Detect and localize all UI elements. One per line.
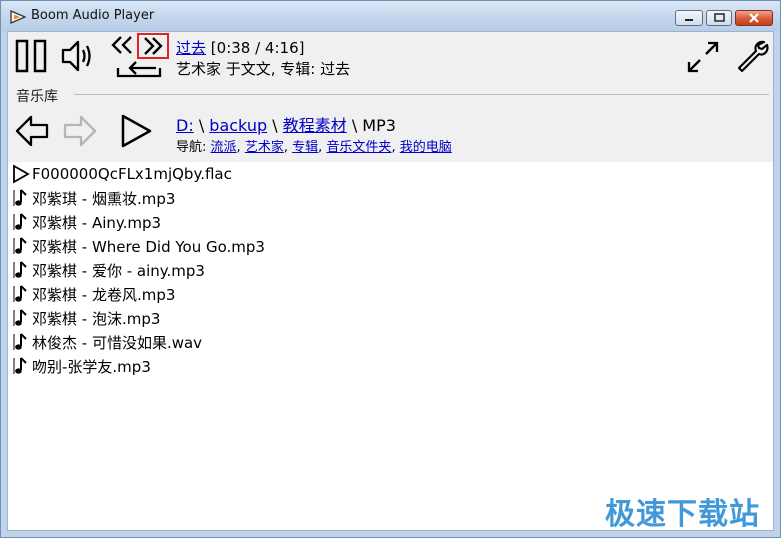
list-item[interactable]: 邓紫棋 - Ainy.mp3 — [12, 210, 772, 234]
path-separator: \ — [272, 116, 278, 135]
fullscreen-icon[interactable] — [686, 40, 720, 74]
nav-link-genre[interactable]: 流派 — [211, 140, 237, 155]
file-name: 邓紫琪 - 烟熏妆.mp3 — [32, 189, 176, 208]
music-note-icon — [13, 357, 27, 374]
music-note-icon — [13, 213, 27, 230]
list-item[interactable]: 邓紫琪 - 烟熏妆.mp3 — [12, 186, 772, 210]
file-name: 邓紫棋 - Ainy.mp3 — [32, 213, 162, 232]
nav-label: 导航: — [176, 140, 207, 155]
music-note-icon — [13, 189, 27, 206]
music-note-icon — [13, 285, 27, 302]
volume-icon[interactable] — [60, 38, 98, 74]
nav-link-artist[interactable]: 艺术家 — [245, 140, 284, 155]
path-separator: \ — [351, 116, 358, 135]
path-separator: \ — [198, 116, 205, 135]
client-area: 过去 [0:38 / 4:16] 艺术家 于文文, 专辑: 过去 音乐库 D: … — [7, 31, 774, 531]
file-name: F000000QcFLx1mjQby.flac — [32, 165, 232, 183]
now-playing-track-link[interactable]: 过去 — [176, 39, 206, 57]
navigation-links: 导航: 流派, 艺术家, 专辑, 音乐文件夹, 我的电脑 — [176, 136, 452, 155]
list-item[interactable]: 林俊杰 - 可惜没如果.wav — [12, 330, 772, 354]
music-note-icon — [13, 333, 27, 350]
title-bar[interactable]: Boom Audio Player — [1, 1, 780, 31]
music-note-icon — [13, 261, 27, 278]
music-note-icon — [13, 237, 27, 254]
file-name: 邓紫棋 - 爱你 - ainy.mp3 — [32, 261, 205, 280]
list-item[interactable]: 邓紫棋 - Where Did You Go.mp3 — [12, 234, 772, 258]
window-title: Boom Audio Player — [31, 8, 155, 23]
nav-separator: , — [236, 140, 241, 155]
maximize-button[interactable] — [706, 10, 732, 26]
back-arrow-icon[interactable] — [14, 114, 50, 148]
path-folder-backup-link[interactable]: backup — [209, 116, 267, 135]
play-triangle-icon — [13, 164, 30, 184]
list-item[interactable]: 邓紫棋 - 爱你 - ainy.mp3 — [12, 258, 772, 282]
watermark-logo: 极速下载站 — [605, 497, 760, 532]
app-logo-icon — [10, 10, 26, 24]
library-section-label: 音乐库 — [16, 86, 64, 106]
pause-icon[interactable] — [14, 38, 50, 74]
now-playing-details: 艺术家 于文文, 专辑: 过去 — [176, 60, 351, 78]
list-item[interactable]: 邓紫棋 - 泡沫.mp3 — [12, 306, 772, 330]
maximize-icon — [714, 13, 725, 22]
nav-link-music-folder[interactable]: 音乐文件夹 — [326, 140, 391, 155]
now-playing-time: [0:38 / 4:16] — [210, 39, 305, 57]
app-window: Boom Audio Player 过去 [0:38 / 4:16] 艺术家 于… — [0, 0, 781, 538]
list-item[interactable]: 吻别-张学友.mp3 — [12, 354, 772, 378]
close-icon — [749, 13, 759, 23]
section-divider — [74, 94, 769, 95]
close-button[interactable] — [735, 10, 773, 26]
path-drive-link[interactable]: D: — [176, 116, 194, 135]
nav-separator: , — [318, 140, 323, 155]
player-toolbar: 过去 [0:38 / 4:16] 艺术家 于文文, 专辑: 过去 音乐库 D: … — [8, 32, 773, 162]
settings-wrench-icon[interactable] — [734, 38, 770, 74]
play-icon[interactable] — [118, 112, 154, 150]
minimize-icon — [685, 19, 693, 21]
nav-link-my-computer[interactable]: 我的电脑 — [400, 140, 452, 155]
file-name: 邓紫棋 - 泡沫.mp3 — [32, 309, 161, 328]
nav-separator: , — [391, 140, 396, 155]
nav-separator: , — [283, 140, 288, 155]
file-list: F000000QcFLx1mjQby.flac 邓紫琪 - 烟熏妆.mp3 邓紫… — [12, 162, 772, 378]
list-item[interactable]: F000000QcFLx1mjQby.flac — [12, 162, 772, 186]
folder-path-breadcrumb: D: \ backup \ 教程素材 \ MP3 — [176, 112, 396, 136]
file-name: 吻别-张学友.mp3 — [32, 357, 151, 376]
path-folder-tutorial-link[interactable]: 教程素材 — [283, 116, 347, 135]
previous-track-icon[interactable] — [110, 34, 136, 56]
now-playing-title: 过去 [0:38 / 4:16] — [176, 37, 304, 58]
path-current-folder: MP3 — [362, 116, 396, 135]
nav-link-album[interactable]: 专辑 — [292, 140, 318, 155]
file-name: 邓紫棋 - 龙卷风.mp3 — [32, 285, 176, 304]
music-note-icon — [13, 309, 27, 326]
file-name: 邓紫棋 - Where Did You Go.mp3 — [32, 237, 265, 256]
repeat-icon[interactable] — [112, 56, 164, 80]
forward-arrow-icon[interactable] — [62, 114, 98, 148]
file-name: 林俊杰 - 可惜没如果.wav — [32, 333, 203, 352]
list-item[interactable]: 邓紫棋 - 龙卷风.mp3 — [12, 282, 772, 306]
minimize-button[interactable] — [675, 10, 703, 26]
